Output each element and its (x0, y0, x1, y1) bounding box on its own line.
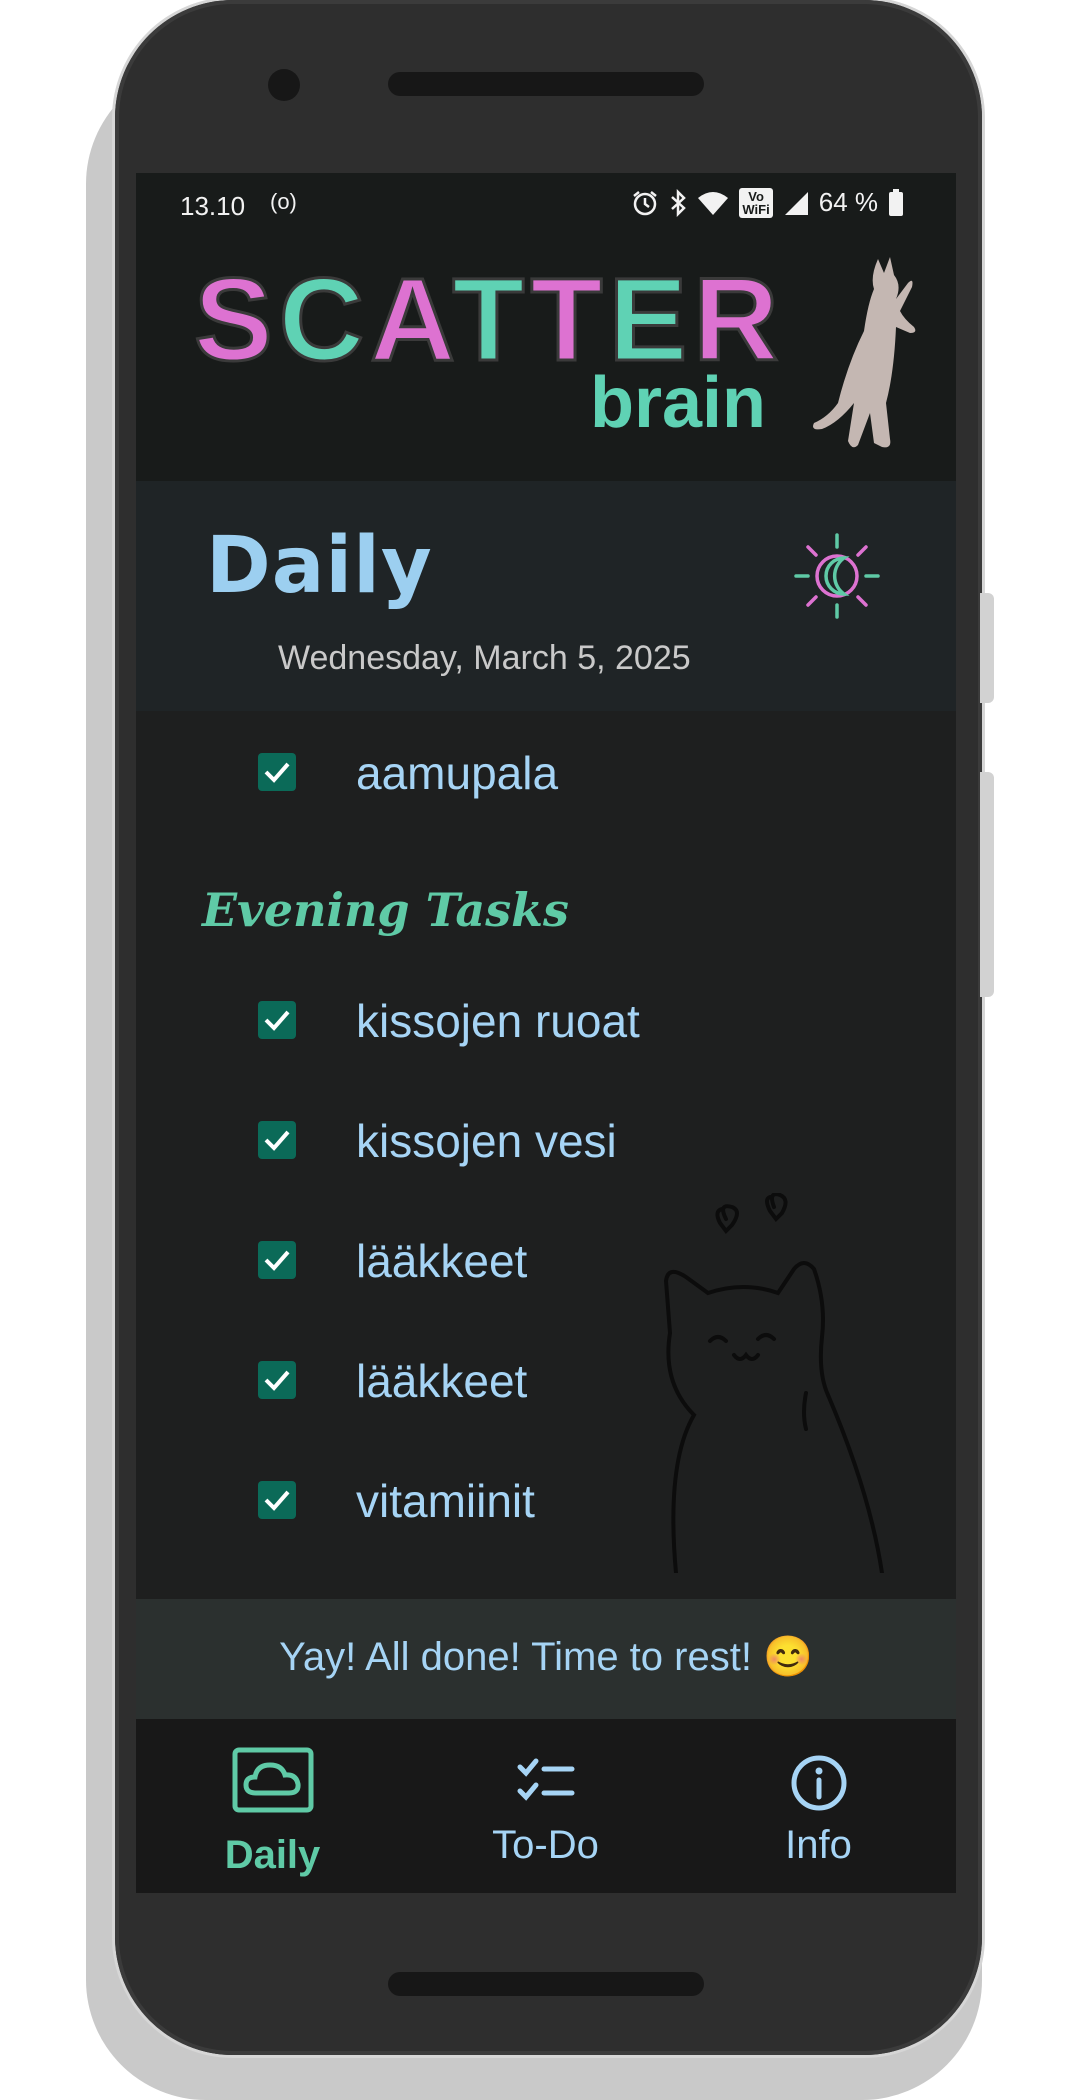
page-date: Wednesday, March 5, 2025 (278, 639, 691, 677)
front-camera (268, 69, 300, 101)
task-label: vitamiinit (356, 1475, 535, 1527)
task-checkbox[interactable] (258, 1121, 296, 1159)
cloud-icon (232, 1747, 313, 1813)
battery-percent: 64 % (818, 187, 878, 217)
task-label: lääkkeet (356, 1235, 528, 1287)
task-checkbox[interactable] (258, 1241, 296, 1279)
bottom-nav: Daily To-Do Info (136, 1719, 956, 1893)
task-label: kissojen ruoat (356, 995, 640, 1047)
status-time: 13.10 (180, 191, 246, 221)
bottom-speaker (388, 1972, 704, 1996)
alarm-icon (633, 190, 658, 215)
task-checkbox[interactable] (258, 753, 296, 791)
checklist-icon (517, 1758, 574, 1801)
task-row[interactable]: kissojen vesi (136, 1103, 956, 1183)
task-row[interactable]: lääkkeet (136, 1223, 956, 1303)
task-label: aamupala (356, 747, 559, 799)
hotspot-icon: (o) (270, 189, 297, 214)
app-screen: 13.10 (o) Vo WiFi 64 % SCATTER brain Dai… (136, 173, 956, 1893)
climbing-cat-icon (813, 257, 916, 448)
completion-banner: Yay! All done! Time to rest! 😊 (136, 1599, 956, 1719)
signal-icon (784, 191, 808, 215)
nav-tab-todo[interactable]: To-Do (409, 1719, 682, 1893)
task-checkbox[interactable] (258, 1001, 296, 1039)
task-label: kissojen vesi (356, 1115, 617, 1167)
task-row[interactable]: kissojen ruoat (136, 983, 956, 1063)
nav-label-todo: To-Do (492, 1823, 599, 1867)
bluetooth-icon (671, 188, 687, 217)
section-heading-evening: Evening Tasks (202, 883, 569, 937)
nav-label-daily: Daily (224, 1833, 321, 1877)
check-icon (264, 1370, 290, 1391)
status-bar: 13.10 (o) Vo WiFi 64 % (136, 173, 956, 235)
info-icon (791, 1755, 846, 1811)
task-row[interactable]: aamupala (136, 735, 956, 815)
nav-label-info: Info (785, 1823, 852, 1867)
task-checkbox[interactable] (258, 1361, 296, 1399)
volume-button (980, 772, 994, 997)
volte-icon: Vo WiFi (739, 187, 773, 218)
task-label: lääkkeet (356, 1355, 528, 1407)
app-header: SCATTER brain (136, 235, 956, 481)
nav-tab-daily[interactable]: Daily (136, 1719, 409, 1893)
completion-message: Yay! All done! Time to rest! 😊 (279, 1635, 813, 1679)
logo-brain: brain (590, 363, 767, 443)
battery-icon (889, 188, 903, 216)
check-icon (264, 1010, 290, 1031)
task-checkbox[interactable] (258, 1481, 296, 1519)
wifi-icon (698, 191, 729, 215)
check-icon (264, 1250, 290, 1271)
power-button (980, 593, 994, 703)
sun-moon-icon[interactable] (792, 531, 882, 621)
status-icons: Vo WiFi 64 % (631, 187, 904, 218)
check-icon (264, 762, 290, 783)
check-icon (264, 1490, 290, 1511)
page-header: Daily Wednesday, March 5, 2025 (136, 481, 956, 711)
task-row[interactable]: vitamiinit (136, 1463, 956, 1543)
nav-tab-info[interactable]: Info (682, 1719, 955, 1893)
check-icon (264, 1130, 290, 1151)
page-title: Daily (206, 521, 433, 611)
earpiece-speaker (388, 72, 704, 96)
task-row[interactable]: lääkkeet (136, 1343, 956, 1423)
